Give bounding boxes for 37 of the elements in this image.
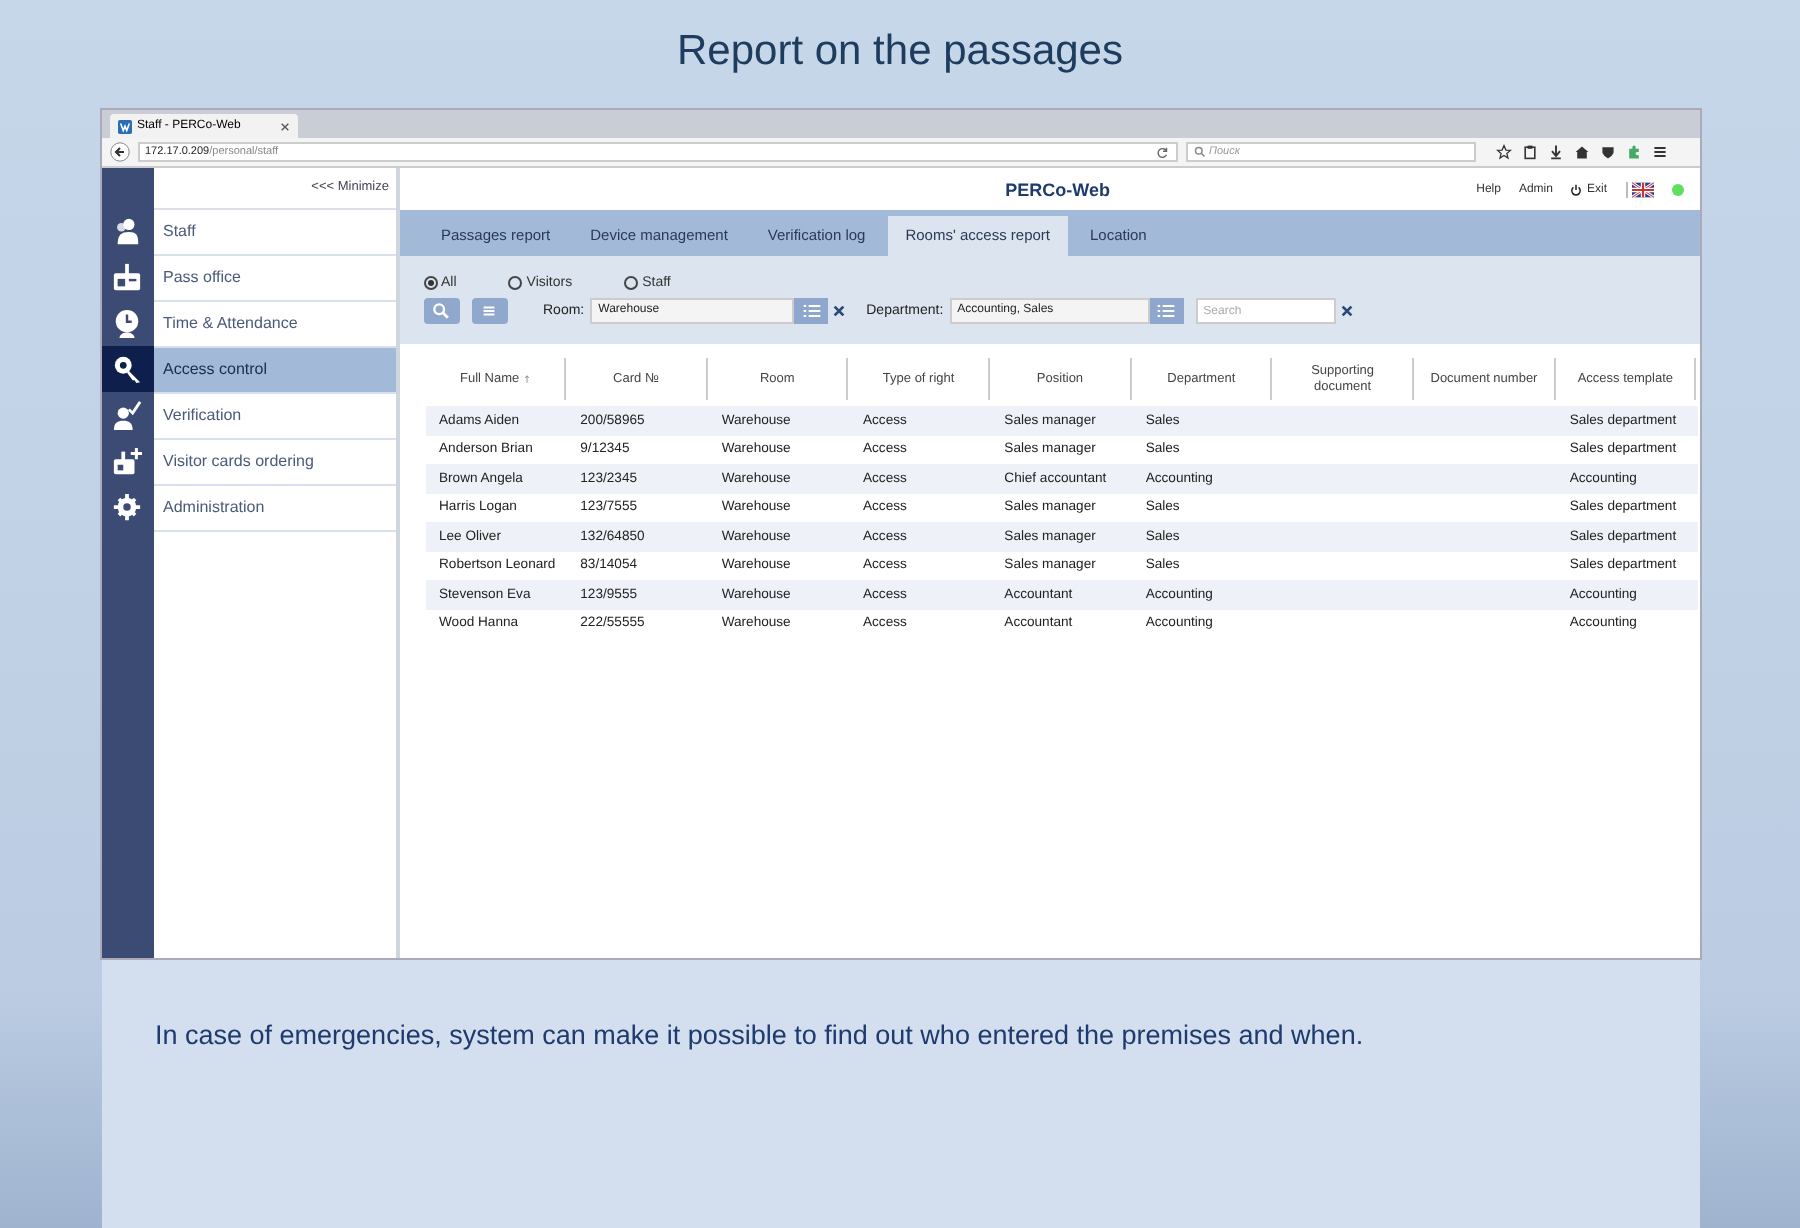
search-icon bbox=[432, 302, 450, 320]
sidebar-item[interactable]: Access control bbox=[153, 348, 395, 394]
close-icon[interactable] bbox=[279, 121, 289, 131]
sidebar-item[interactable]: Administration bbox=[153, 486, 395, 532]
sidebar-item[interactable]: Visitor cards ordering bbox=[153, 440, 395, 486]
reload-icon[interactable] bbox=[1155, 145, 1169, 159]
gear-icon[interactable] bbox=[112, 492, 142, 522]
power-icon bbox=[1570, 183, 1583, 195]
card-plus-icon[interactable] bbox=[112, 446, 142, 476]
id-card-icon[interactable] bbox=[112, 262, 142, 292]
clock-person-icon[interactable] bbox=[112, 308, 142, 338]
sidebar-item[interactable]: Staff bbox=[153, 210, 395, 256]
list-icon bbox=[1156, 302, 1177, 320]
key-icon[interactable] bbox=[112, 354, 142, 384]
sidebar-item[interactable]: Pass office bbox=[153, 256, 395, 302]
caption-text: In case of emergencies, system can make it possible to find out who entered the premises and when. bbox=[153, 1018, 1364, 1054]
page-title: Report on the passages bbox=[677, 26, 1123, 78]
person-check-icon[interactable] bbox=[112, 400, 142, 430]
clear-icon[interactable] bbox=[832, 304, 847, 318]
app-title: PERCo-Web bbox=[1003, 179, 1112, 199]
sort-arrow-icon bbox=[523, 374, 530, 384]
clipboard-icon[interactable] bbox=[1521, 144, 1537, 160]
clear-icon[interactable] bbox=[1339, 304, 1354, 318]
people-icon[interactable] bbox=[112, 216, 142, 246]
puzzle-icon[interactable] bbox=[1625, 144, 1641, 160]
download-icon[interactable] bbox=[1547, 144, 1563, 160]
menu-icon[interactable] bbox=[1651, 144, 1667, 160]
flag-icon[interactable] bbox=[1625, 181, 1653, 197]
star-icon[interactable] bbox=[1495, 144, 1511, 160]
search-icon bbox=[1193, 146, 1205, 158]
back-icon[interactable] bbox=[109, 142, 129, 162]
shield-icon[interactable] bbox=[1599, 144, 1615, 160]
app-logo-icon bbox=[117, 119, 131, 133]
home-icon[interactable] bbox=[1573, 144, 1589, 160]
sidebar-item[interactable]: Verification bbox=[153, 394, 395, 440]
menu-icon bbox=[480, 302, 498, 320]
list-icon bbox=[801, 302, 822, 320]
